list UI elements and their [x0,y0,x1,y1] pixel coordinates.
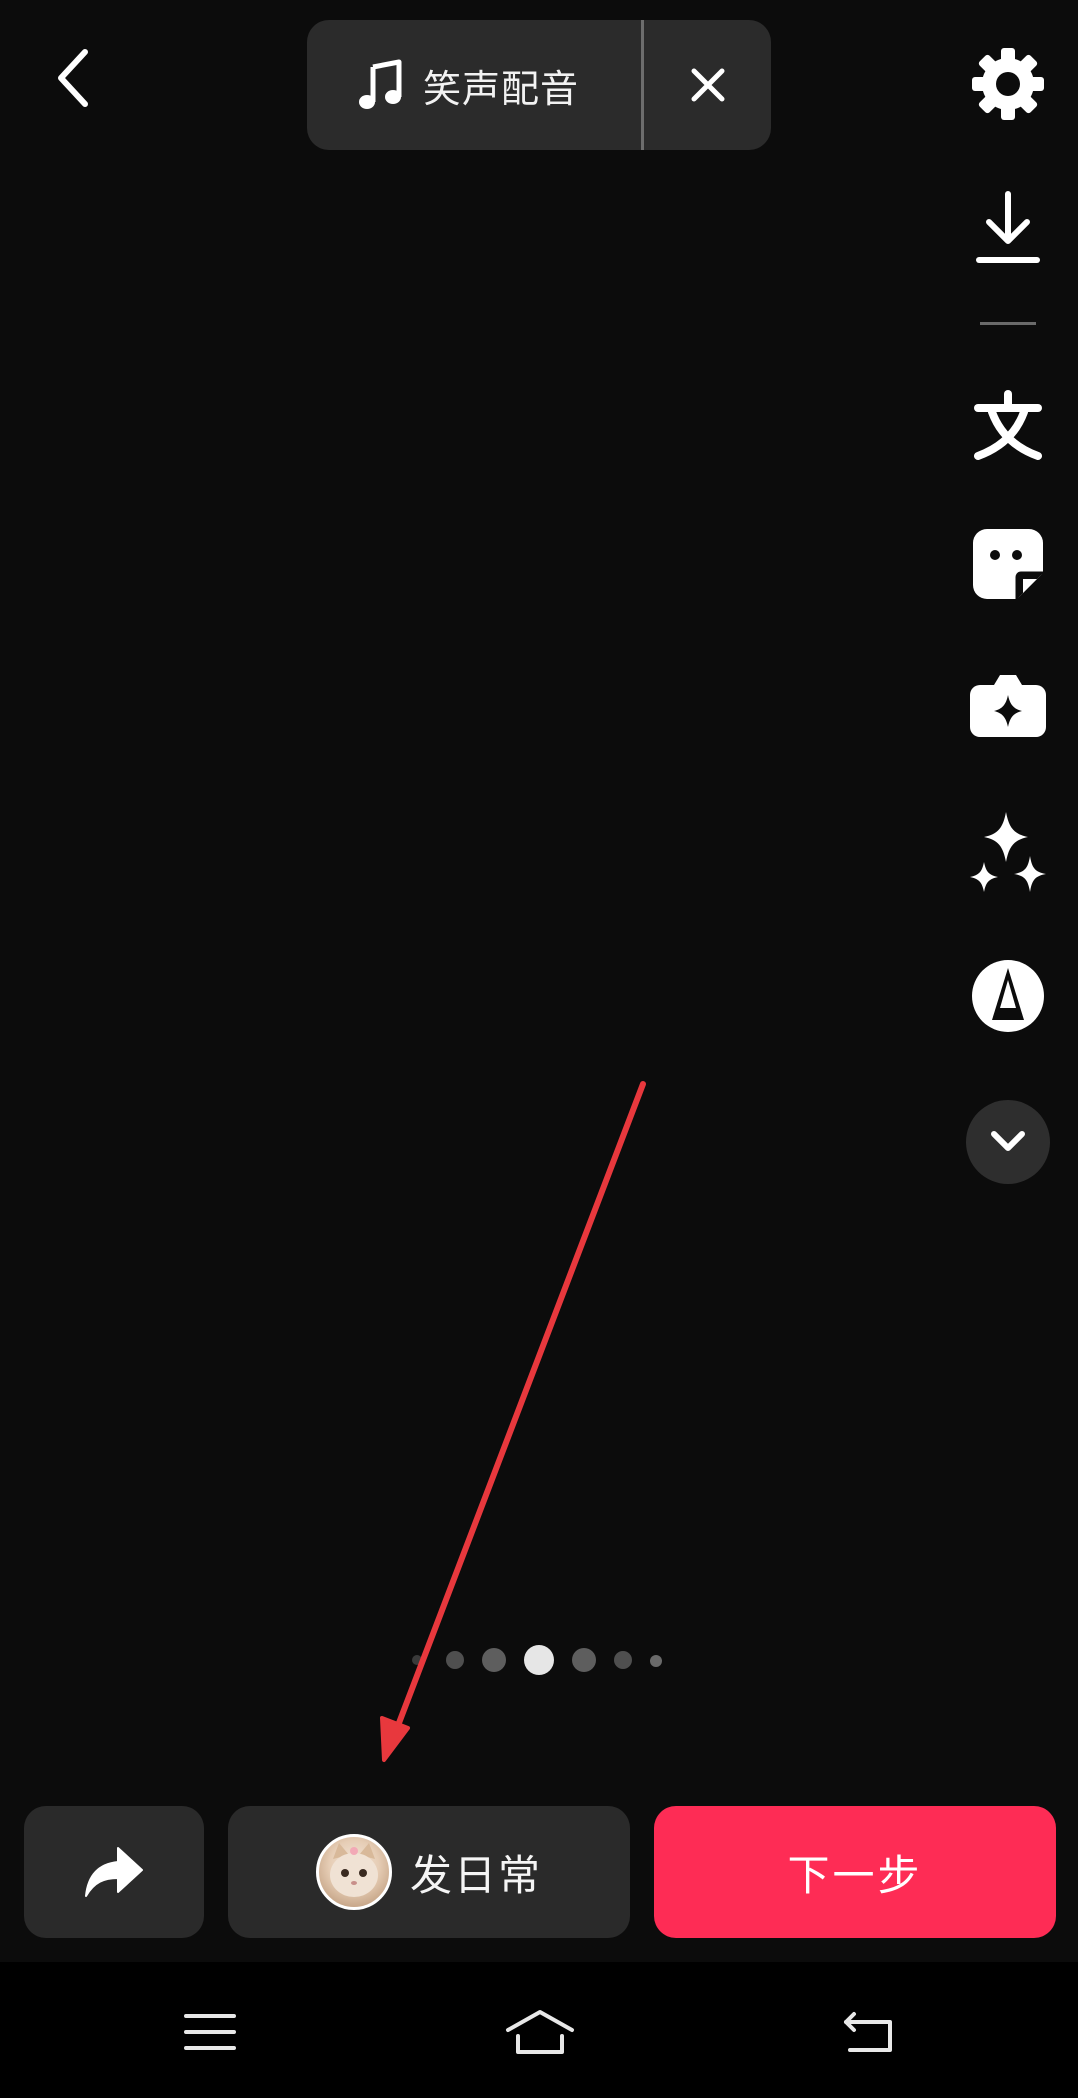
effect-tool-button[interactable] [960,658,1056,754]
recent-apps-button[interactable] [160,1982,260,2082]
effect-icon [970,675,1046,737]
page-dot[interactable] [482,1648,506,1672]
text-tool-button[interactable] [960,378,1056,474]
page-dot[interactable] [614,1651,632,1669]
close-icon [691,68,724,102]
page-indicator [400,1640,680,1680]
menu-icon [184,2014,236,2050]
music-title: 笑声配音 [423,66,580,111]
chevron-down-icon [991,1131,1025,1151]
home-button[interactable] [490,1982,590,2082]
post-daily-label: 发日常 [409,1850,542,1900]
sparkle-icon [970,812,1046,892]
page-dot[interactable] [446,1651,464,1669]
gear-icon [972,48,1044,120]
sticker-tool-button[interactable] [960,516,1056,612]
filter-tool-button[interactable] [960,948,1056,1044]
chevron-left-icon [58,49,88,107]
text-icon [974,390,1042,460]
system-back-button[interactable] [818,1982,918,2082]
page-dot-active[interactable] [524,1645,554,1675]
page-dot[interactable] [412,1655,422,1665]
music-select-button[interactable]: 笑声配音 [307,20,641,150]
share-arrow-icon [85,1847,143,1897]
toolbar-divider [980,322,1036,325]
music-note-icon [359,59,402,109]
editor-screen: 笑声配音 发日常 下一步 [0,0,1078,2098]
next-step-button[interactable]: 下一步 [654,1806,1056,1938]
next-step-label: 下一步 [787,1850,923,1900]
settings-button[interactable] [960,36,1056,132]
sticker-icon [973,529,1043,599]
remove-music-button[interactable] [644,20,771,150]
share-button[interactable] [24,1806,204,1938]
cat-avatar-icon [329,1843,378,1897]
download-button[interactable] [960,180,1056,276]
home-icon [506,2010,574,2054]
expand-tools-button[interactable] [966,1100,1050,1184]
avatar [315,1834,392,1910]
filter-icon [972,960,1044,1032]
back-icon [844,2012,892,2052]
enhance-tool-button[interactable] [960,804,1056,900]
post-daily-button[interactable]: 发日常 [228,1806,630,1938]
page-dot[interactable] [650,1655,662,1667]
back-button[interactable] [38,38,108,118]
page-dot[interactable] [572,1648,596,1672]
download-icon [976,191,1040,263]
music-selector: 笑声配音 [307,20,771,150]
system-navigation-bar [0,1962,1078,2098]
